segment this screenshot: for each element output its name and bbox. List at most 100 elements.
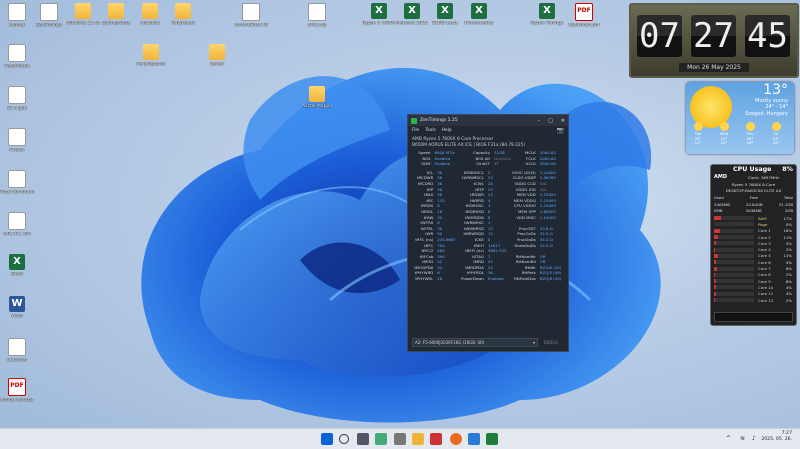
core-usage-bar (714, 216, 754, 221)
timing-label: tRFC (ns) (415, 236, 434, 242)
core-usage-bar (714, 272, 754, 277)
desktop-icon[interactable]: Vezérlőpult (0, 44, 34, 69)
chevron-up-icon[interactable]: ^ (726, 435, 731, 442)
desktop-icon-label: Ez a gép (7, 106, 27, 111)
app-icon (8, 3, 26, 21)
tray-clock[interactable]: 7:27 2025. 05. 26. (761, 431, 792, 443)
task-view-icon[interactable] (357, 433, 369, 445)
zentimings-window[interactable]: ZenTimings 1.25 – □ ✕ File Tools Help 📷 … (407, 114, 569, 352)
wifi-icon[interactable]: ≋ (740, 435, 745, 442)
page-used: 0MB (714, 208, 723, 213)
desktop-icon-label: Excel (11, 272, 23, 277)
app-icon (8, 212, 26, 230)
widgets-icon[interactable] (375, 433, 387, 445)
desktop-icon[interactable]: W Word (0, 296, 34, 319)
dimm-select[interactable]: A2: F5-6000J3036F16G (16GB, SR) ▾ (412, 338, 538, 347)
start-button[interactable] (321, 433, 333, 445)
pdf-icon: PDF (8, 378, 26, 396)
menu-help[interactable]: Help (442, 128, 452, 133)
menu-tools[interactable]: Tools (425, 128, 436, 133)
col-total: Total (783, 195, 793, 200)
app-icon (8, 44, 26, 62)
ram-free: 25.84GB (745, 202, 763, 207)
forecast-day: Thu 26° 16° (740, 122, 760, 146)
core-label: Core 2 (758, 234, 771, 240)
file-explorer-icon[interactable] (412, 433, 424, 445)
core-value: 2% (785, 272, 792, 278)
core-row: Core 12 2% (714, 297, 793, 303)
forecast-day: Wed 27° 15° (714, 122, 734, 146)
desktop-icon[interactable]: Total Commander (0, 170, 34, 195)
core-value: 8% (785, 266, 792, 272)
zentimings-taskbar-icon[interactable] (486, 433, 498, 445)
debug-button[interactable]: DEBUG (538, 340, 564, 345)
firefox-icon[interactable] (450, 433, 462, 445)
desktop-icon[interactable]: CCleaner (0, 338, 34, 363)
desktop-icon[interactable]: Firefox (0, 128, 34, 153)
menu-file[interactable]: File (412, 128, 419, 133)
desktop-icon[interactable]: XtremeShell DEP (234, 3, 268, 28)
desktop-icon[interactable]: Windows 11 tweak fix (66, 3, 100, 26)
thunderbird-icon[interactable] (468, 433, 480, 445)
media-player-icon[interactable] (430, 433, 442, 445)
excel-file-icon: X (404, 3, 420, 19)
desktop-icon[interactable]: X Mérések 2025 (395, 3, 429, 26)
app-icon (8, 128, 26, 146)
weather-condition: Mostly sunny 24° - 14° (755, 98, 788, 110)
desktop-icon-label: Ryzen 5 7600X (362, 21, 396, 26)
desktop-icon[interactable]: X Hőmérséklet (462, 3, 496, 26)
forecast-lo: 14° (694, 140, 702, 145)
weather-range: 24° - 14° (765, 104, 788, 110)
desktop-icon[interactable]: ZenTimings (32, 3, 66, 28)
desktop-icon[interactable]: PDF Kézikönyv.pdf (567, 3, 601, 28)
core-value: 5% (785, 240, 792, 246)
desktop-icon[interactable]: Lomtár (0, 3, 34, 28)
desktop-icon[interactable]: Macskák (133, 3, 167, 26)
desktop-icon[interactable]: MPC-HC x64 (0, 212, 34, 237)
desktop-icon[interactable]: X DDR5 teszt (428, 3, 462, 26)
desktop-icon[interactable]: X Ryzen 5 7600X (362, 3, 396, 26)
excel-file-icon: X (371, 3, 387, 19)
desktop-icon[interactable]: Ez a gép (0, 86, 34, 111)
timing-value: 16 (437, 276, 443, 282)
core-label: RAM (758, 215, 767, 221)
folder-icon (309, 86, 325, 102)
desktop-icon-label: DDR5 teszt (432, 21, 458, 26)
core-label: Core 5 (758, 253, 771, 259)
ram-total: 31.1GB (778, 202, 793, 207)
desktop-icon[interactable]: Gyorsjavítás (99, 3, 133, 26)
maximize-button[interactable]: □ (548, 118, 553, 124)
desktop-icon[interactable]: Zenék (200, 44, 234, 67)
tray-date: 2025. 05. 26. (761, 437, 792, 442)
timing-row: Speed 6000 MT/s Capacity 32GB MCLK 3000.00 (412, 150, 564, 156)
weather-temp: 13° (763, 82, 788, 98)
desktop-icon[interactable]: Fényképek (166, 3, 200, 26)
cpu-usage-gadget[interactable]: CPU Usage 8% AMD Clock: 3697MHz Ryzen 5 … (710, 164, 797, 326)
folder-icon (143, 44, 159, 60)
menu-bar: File Tools Help 📷 (408, 126, 568, 135)
timing-value: 234.6667 (437, 236, 456, 242)
desktop-icon[interactable]: X Ryzen Timings (530, 3, 564, 26)
folder-icon (108, 3, 124, 19)
col-used: Used (714, 195, 724, 200)
weather-icon (745, 122, 755, 131)
ram-used: 5405MB (714, 202, 730, 207)
speaker-icon[interactable]: ♪ (752, 435, 756, 442)
notepad-icon[interactable] (394, 433, 406, 445)
zentimings-titlebar[interactable]: ZenTimings 1.25 – □ ✕ (408, 115, 568, 126)
core-label: Core 9 (758, 278, 771, 284)
weather-gadget[interactable]: 13° Mostly sunny 24° - 14° Szeged, Hunga… (686, 82, 794, 154)
desktop-icon[interactable]: X Excel (0, 254, 34, 277)
core-value: 17% (783, 215, 792, 221)
minimize-button[interactable]: – (538, 118, 541, 124)
desktop-icon[interactable]: Asztal Mappa (300, 86, 334, 109)
flip-clock-gadget[interactable]: 07 27 45 Mon 26 May 2025 (629, 3, 799, 78)
excel-file-icon: X (471, 3, 487, 19)
close-button[interactable]: ✕ (561, 118, 565, 124)
desktop-icon[interactable]: PDF Adobe Acrobat (0, 378, 34, 403)
desktop-icon[interactable]: AMD.zip (300, 3, 334, 28)
desktop-icon[interactable]: Fényképezés (134, 44, 168, 67)
camera-icon[interactable]: 📷 (557, 127, 564, 134)
desktop-icon-label: Ryzen Timings (530, 21, 564, 26)
search-icon[interactable] (339, 434, 349, 444)
